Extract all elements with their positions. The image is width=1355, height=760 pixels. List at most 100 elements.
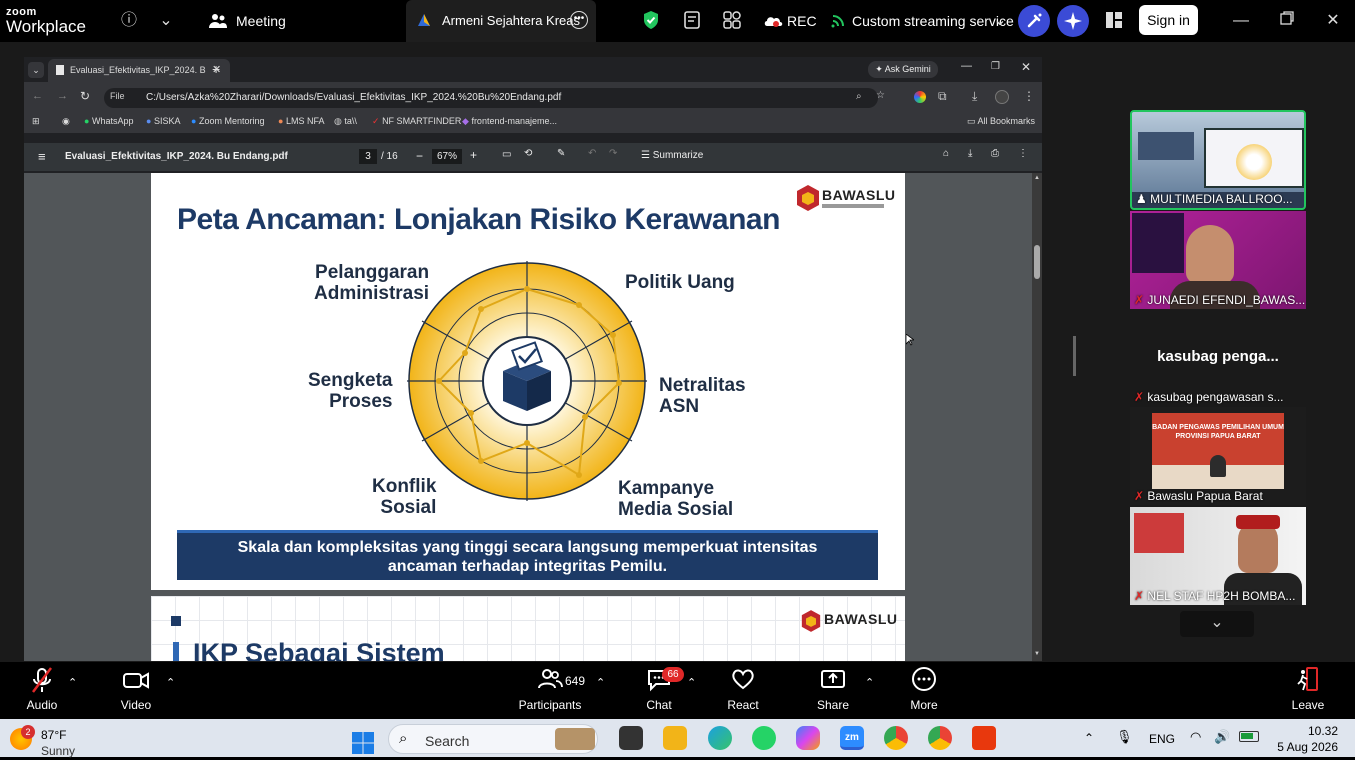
ask-gemini-button[interactable]: ✦ Ask Gemini — [868, 61, 938, 78]
participant-tile-kasubag[interactable]: ✗ kasubag pengawasan s... — [1130, 386, 1306, 406]
rec-label[interactable]: REC — [787, 13, 817, 29]
audio-options-chevron-icon[interactable]: ⌃ — [68, 676, 77, 689]
taskbar-whatsapp-icon[interactable] — [752, 726, 776, 750]
bookmark-whatsapp[interactable]: ● WhatsApp — [84, 116, 133, 126]
zoom-level-input[interactable]: 67% — [432, 149, 462, 164]
zoom-lens-icon[interactable]: ⌕ — [856, 91, 862, 102]
sparkle-icon[interactable] — [1057, 5, 1089, 37]
participant-tile-nel-staf[interactable]: ✗ NEL STAF HP2H BOMBA... — [1130, 507, 1306, 605]
more-options-icon[interactable]: ••• — [570, 11, 588, 29]
bookmark-star-icon[interactable]: ☆ — [876, 90, 885, 101]
zoom-out-icon[interactable]: − — [416, 149, 423, 163]
taskbar-edge-icon[interactable] — [708, 726, 732, 750]
undo-icon[interactable]: ↶ — [588, 148, 596, 159]
share-options-chevron-icon[interactable]: ⌃ — [865, 676, 874, 689]
zoom-in-icon[interactable]: + — [470, 148, 477, 162]
print-icon[interactable]: ⎙ — [991, 148, 999, 159]
taskbar-copilot-icon[interactable] — [796, 726, 820, 750]
fit-page-icon[interactable]: ▭ — [502, 149, 511, 160]
browser-minimize-icon[interactable]: — — [961, 60, 972, 72]
wifi-icon[interactable]: ◠ — [1190, 729, 1201, 745]
participant-tile-bawaslu-papua[interactable]: BADAN PENGAWAS PEMILIHAN UMUM PROVINSI P… — [1130, 407, 1306, 505]
minimize-icon[interactable]: — — [1230, 10, 1252, 32]
sign-in-button[interactable]: Sign in — [1139, 5, 1198, 35]
bookmark-ta[interactable]: ◍ ta\\ — [334, 116, 357, 127]
audio-button[interactable]: Audio — [20, 666, 64, 712]
notes-icon[interactable] — [681, 10, 703, 32]
all-bookmarks[interactable]: ▭ All Bookmarks — [967, 116, 1035, 127]
pdf-menu-icon[interactable]: ≡ — [38, 149, 46, 164]
more-button[interactable]: More — [904, 666, 944, 712]
taskbar-chrome-profile-icon[interactable] — [928, 726, 952, 750]
reload-icon[interactable]: ↻ — [80, 89, 90, 103]
battery-icon[interactable] — [1239, 731, 1259, 742]
taskbar-zoom-icon[interactable]: zm — [840, 726, 864, 750]
bookmark-lms-nfa[interactable]: ● LMS NFA — [278, 116, 324, 126]
react-button[interactable]: React — [722, 666, 764, 712]
pdf-download-icon[interactable]: ⤓ — [968, 148, 972, 159]
share-button[interactable]: Share — [812, 666, 854, 712]
redo-icon[interactable]: ↷ — [609, 148, 617, 159]
bookmark-zoom-mentoring[interactable]: ● Zoom Mentoring — [191, 116, 264, 126]
pdf-viewer[interactable]: BAWASLU Peta Ancaman: Lonjakan Risiko Ke… — [24, 173, 1032, 661]
rotate-icon[interactable]: ⟲ — [524, 148, 532, 159]
clock-time[interactable]: 10.32 — [1280, 724, 1338, 738]
participants-scroll-down-button[interactable]: ⌄ — [1180, 611, 1254, 637]
scroll-up-icon[interactable]: ▲ — [1034, 175, 1040, 181]
bookmark-nf-smartfinder[interactable]: ✓ NF SMARTFINDER — [372, 116, 461, 127]
panel-resize-handle[interactable] — [1073, 336, 1076, 376]
bookmark-siska[interactable]: ● SISKA — [146, 116, 180, 126]
bookmark-frontend[interactable]: ◆ frontend-manajeme... — [462, 116, 557, 127]
language-indicator[interactable]: ENG — [1149, 732, 1175, 746]
speaker-icon[interactable]: 🔊 — [1214, 729, 1230, 745]
extension-color-icon[interactable] — [914, 91, 926, 103]
scroll-down-icon[interactable]: ▼ — [1034, 651, 1040, 657]
ai-companion-button[interactable] — [1018, 5, 1050, 37]
taskbar-search-box[interactable]: ⌕ Search — [388, 724, 598, 754]
browser-close-icon[interactable]: ✕ — [1021, 60, 1031, 74]
browser-menu-icon[interactable]: ⋮ — [1023, 89, 1035, 103]
back-icon[interactable]: ← — [32, 90, 43, 102]
chevron-down-icon[interactable]: ⌄ — [989, 10, 1011, 32]
participants-options-chevron-icon[interactable]: ⌃ — [596, 676, 605, 689]
video-options-chevron-icon[interactable]: ⌃ — [166, 676, 175, 689]
extensions-icon[interactable]: ⧉ — [938, 89, 947, 104]
page-number-input[interactable]: 3 — [359, 149, 377, 164]
participant-tile-multimedia[interactable]: ♟ MULTIMEDIA BALLROO... — [1130, 110, 1306, 210]
apps-grid-icon[interactable]: ⊞ — [32, 116, 40, 127]
pdf-more-icon[interactable]: ⋮ — [1018, 148, 1028, 159]
shared-app-tab[interactable]: Armeni Sejahtera Kreas ••• — [406, 0, 596, 42]
chat-options-chevron-icon[interactable]: ⌃ — [687, 676, 696, 689]
leave-button[interactable]: Leave — [1288, 666, 1328, 712]
taskbar-app-red-icon[interactable] — [972, 726, 996, 750]
info-icon[interactable]: ⓘ — [118, 10, 140, 32]
taskbar-file-explorer-icon[interactable] — [663, 726, 687, 750]
taskbar-chrome-icon[interactable] — [884, 726, 908, 750]
draw-icon[interactable]: ✎ — [557, 148, 565, 159]
chrome-icon[interactable]: ◉ — [62, 116, 70, 127]
close-icon[interactable]: ✕ — [1322, 10, 1344, 32]
layout-icon[interactable] — [1103, 10, 1125, 32]
tab-search-icon[interactable]: ⌄ — [28, 62, 44, 78]
participant-tile-junaedi[interactable]: ✗ JUNAEDI EFENDI_BAWAS... — [1130, 211, 1306, 309]
new-tab-button[interactable]: + — [212, 61, 220, 77]
shield-icon[interactable] — [640, 10, 662, 32]
microphone-tray-icon[interactable]: 🎙 — [1116, 729, 1133, 745]
download-icon[interactable]: ⤓ — [972, 89, 977, 104]
chevron-down-icon[interactable]: ⌄ — [155, 10, 177, 32]
summarize-button[interactable]: ☰ Summarize — [641, 150, 703, 161]
apps-icon[interactable] — [721, 10, 743, 32]
tray-overflow-icon[interactable]: ⌃ — [1084, 731, 1094, 745]
profile-avatar[interactable] — [995, 90, 1009, 104]
browser-restore-icon[interactable]: ❐ — [991, 61, 1000, 72]
address-bar[interactable]: File C:/Users/Azka%20Zharari/Downloads/E… — [104, 88, 885, 108]
taskbar-app-terminal-icon[interactable] — [619, 726, 643, 750]
forward-icon[interactable]: → — [57, 90, 68, 102]
pdf-scrollbar[interactable]: ▲ ▼ — [1032, 173, 1042, 661]
restore-icon[interactable] — [1276, 10, 1298, 32]
meeting-tab[interactable]: Meeting — [236, 13, 286, 29]
scroll-thumb[interactable] — [1034, 245, 1040, 279]
clock-date[interactable]: 5 Aug 2026 — [1266, 740, 1338, 754]
browser-tab-active[interactable]: Evaluasi_Efektivitas_IKP_2024. B ✕ — [48, 59, 230, 82]
video-button[interactable]: Video — [114, 666, 158, 712]
